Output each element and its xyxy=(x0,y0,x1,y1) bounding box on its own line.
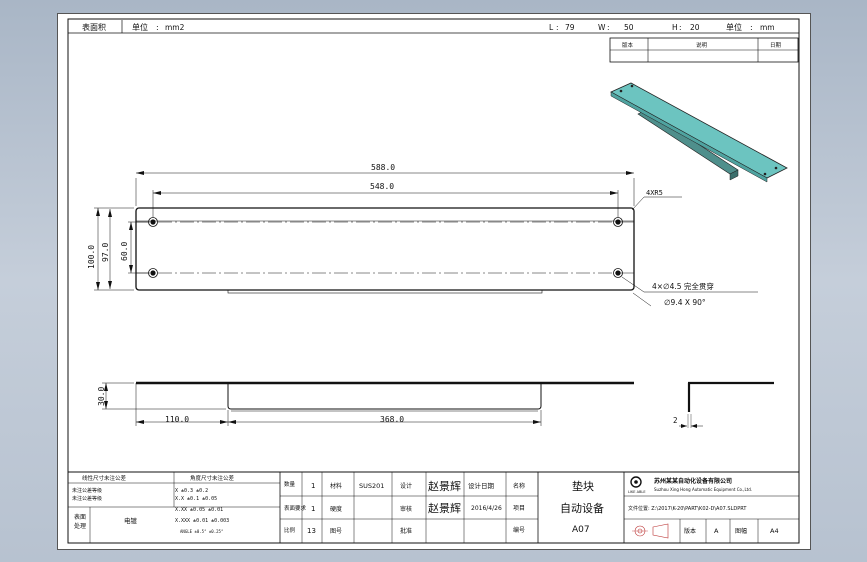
unit2-value: mm xyxy=(760,23,775,32)
dim-hole-pitch: 60.0 xyxy=(120,242,129,261)
company-name-en: Suzhou Xing Hong Automatic Equipment Co.… xyxy=(654,487,752,492)
dim-hole-spacing: 548.0 xyxy=(370,182,394,191)
surface-label-2: 处理 xyxy=(74,522,86,530)
val-material: SUS201 xyxy=(359,482,384,490)
unit-value: mm2 xyxy=(165,23,185,32)
label-project: 项目 xyxy=(513,505,525,512)
w-value: 50 xyxy=(624,23,634,32)
label-check: 审核 xyxy=(400,505,412,513)
design-date: 2016/4/26 xyxy=(471,505,502,512)
surface-label-1: 表面 xyxy=(74,513,86,521)
dim-side-small: 2 xyxy=(673,416,678,425)
label-page: 图号 xyxy=(330,528,342,535)
area-label: 表面积 xyxy=(82,22,106,32)
label-hardness: 硬度 xyxy=(330,505,342,513)
hole-note-1: 4×∅4.5 完全贯穿 xyxy=(652,281,714,291)
file-path: 文件位置: Z:\2017\K-20\PART\K02-D\A07.SLDPRT xyxy=(628,505,747,512)
hole-note-2: ∅9.4 X 90° xyxy=(664,298,706,307)
svg-text::: : xyxy=(156,23,159,32)
surface-value: 电镀 xyxy=(124,516,138,525)
tolerance-sub-left: 未注公差等级 xyxy=(72,487,102,494)
tolerance-head-linear: 线性尺寸未注公差 xyxy=(82,474,127,482)
tolerance-sub-right: 未注公差等级 xyxy=(72,495,102,502)
l-label: L xyxy=(549,23,554,32)
label-name: 名称 xyxy=(513,482,525,490)
company-logo: LIKE ABLE xyxy=(628,476,646,494)
dim-middle-segment: 368.0 xyxy=(380,415,404,424)
sheet-value: A4 xyxy=(770,527,779,535)
revision-col-desc: 说明 xyxy=(696,41,708,49)
svg-text::: : xyxy=(556,23,559,32)
tolerance-row: X.XX ±0.05 ±0.01 xyxy=(175,507,223,513)
drawing-number: A07 xyxy=(572,525,590,535)
dim-overall-width: 100.0 xyxy=(87,245,96,269)
svg-text::: : xyxy=(679,23,682,32)
val-page: 13 xyxy=(307,527,316,535)
checker-name: 赵景辉 xyxy=(428,501,461,515)
tolerance-row: X.X ±0.1 ±0.05 xyxy=(175,496,217,502)
svg-text::: : xyxy=(750,23,753,32)
part-name: 垫块 xyxy=(572,479,594,493)
dim-left-segment: 110.0 xyxy=(165,415,189,424)
w-label: W xyxy=(598,23,606,32)
tolerance-row: X ±0.3 ±0.2 xyxy=(175,488,208,494)
label-version: 版本 xyxy=(684,527,696,535)
logo-text: LIKE ABLE xyxy=(628,490,646,494)
label-scale: 比例 xyxy=(284,526,296,534)
l-value: 79 xyxy=(565,23,575,32)
version-value: A xyxy=(714,527,719,535)
label-material: 材料 xyxy=(330,482,342,490)
label-approve: 批准 xyxy=(400,527,412,535)
tolerance-row: ANGLE ±0.5° ±0.25° xyxy=(180,529,223,534)
label-drawing-no: 编号 xyxy=(513,526,525,534)
label-sheet: 图幅 xyxy=(735,527,747,535)
drawing-sheet: 表面积 单位 : mm2 L : 79 W : 50 H : 20 单位 : m… xyxy=(57,13,811,550)
revision-col-date: 日期 xyxy=(770,42,782,49)
val-qty: 1 xyxy=(311,482,315,490)
revision-col-version: 版本 xyxy=(622,41,634,49)
unit2-label: 单位 xyxy=(726,22,742,32)
h-label: H xyxy=(672,23,678,32)
tolerance-head-angle: 角度尺寸未注公差 xyxy=(190,474,235,482)
top-view: 588.0 548.0 4XR5 100.0 97.0 60.0 4×∅4.5 xyxy=(87,163,758,307)
label-material-req: 表面要求 xyxy=(284,504,307,512)
designer-name: 赵景辉 xyxy=(428,479,461,493)
unit-label: 单位 xyxy=(132,22,148,32)
label-design: 设计 xyxy=(400,482,412,490)
h-value: 20 xyxy=(690,23,700,32)
drawing-frame xyxy=(67,18,800,544)
label-design-date: 设计日期 xyxy=(468,481,495,490)
label-qty: 数量 xyxy=(284,480,296,488)
dim-inner-width: 97.0 xyxy=(101,243,110,262)
revision-table: 版本 说明 日期 xyxy=(609,37,799,63)
tolerance-row: X.XXX ±0.01 ±0.003 xyxy=(175,518,229,524)
company-name-cn: 苏州某某自动化设备有限公司 xyxy=(654,477,732,485)
val-mat: 1 xyxy=(311,505,315,513)
side-view: 2 xyxy=(673,381,774,428)
dim-overall-length: 588.0 xyxy=(371,163,395,172)
svg-text::: : xyxy=(607,23,610,32)
title-block: 线性尺寸未注公差 角度尺寸未注公差 未注公差等级 未注公差等级 X ±0.3 ±… xyxy=(67,471,800,544)
project-name: 自动设备 xyxy=(560,501,604,515)
dim-flange-height: 30.0 xyxy=(97,387,106,406)
front-view: 110.0 368.0 30.0 xyxy=(97,381,634,426)
projection-symbol-icon xyxy=(632,523,669,539)
radius-note: 4XR5 xyxy=(646,189,663,197)
isometric-view xyxy=(610,82,788,183)
